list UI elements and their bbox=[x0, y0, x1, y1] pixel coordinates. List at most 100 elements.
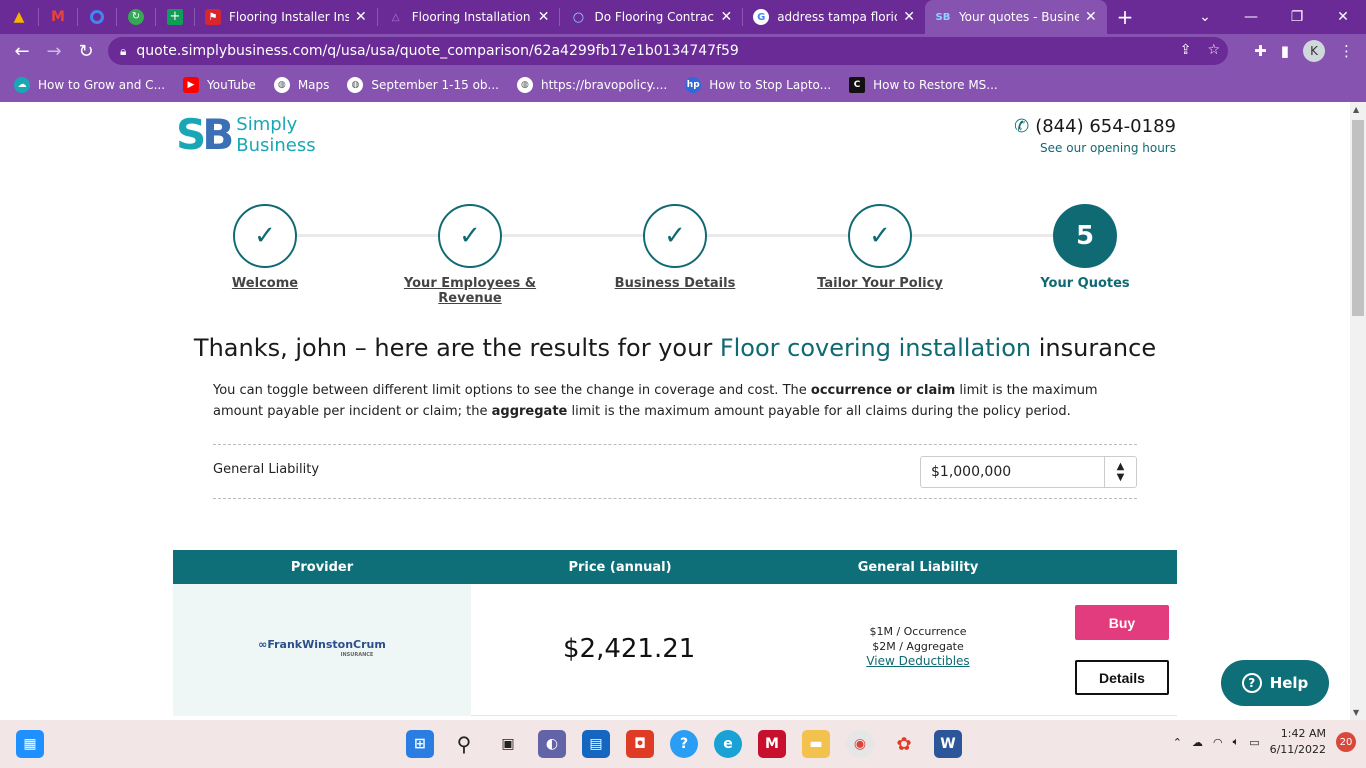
battery-icon[interactable]: ▭ bbox=[1249, 736, 1259, 749]
view-deductibles-link[interactable]: View Deductibles bbox=[813, 654, 1023, 669]
store-icon[interactable]: ▤ bbox=[582, 730, 610, 758]
onedrive-icon[interactable]: ☁ bbox=[1192, 736, 1203, 749]
bookmarks-bar: ☁ How to Grow and C... ▶ YouTube ◍ Maps ◍ Se… bbox=[0, 68, 1366, 102]
tab-search-icon[interactable]: ⌄ bbox=[1182, 0, 1228, 34]
check-icon: ✓ bbox=[848, 204, 912, 268]
general-liability-select[interactable]: $1,000,000 ▲ ▼ bbox=[920, 456, 1137, 488]
edge-icon[interactable]: e bbox=[714, 730, 742, 758]
minimize-icon[interactable]: — bbox=[1228, 0, 1274, 34]
system-tray: ⌃ ☁ ◠ 🔈︎ ▭ 1:42 AM 6/11/2022 20 bbox=[1173, 726, 1356, 758]
details-button[interactable]: Details bbox=[1075, 660, 1169, 695]
step-label[interactable]: Your Employees & Revenue bbox=[370, 276, 570, 306]
title-suffix: insurance bbox=[1031, 334, 1157, 362]
side-panel-icon[interactable]: ▮ bbox=[1281, 42, 1289, 60]
chrome-icon[interactable]: ◉ bbox=[846, 730, 874, 758]
bookmark-september[interactable]: ◍ September 1-15 ob... bbox=[347, 77, 499, 93]
buy-button[interactable]: Buy bbox=[1075, 605, 1169, 640]
help-button[interactable]: ? Help bbox=[1221, 660, 1329, 706]
tab-flooring-installer[interactable]: ⚑ Flooring Installer Insu ✕ bbox=[195, 0, 377, 34]
bookmark-bravopolicy[interactable]: ◍ https://bravopolicy.... bbox=[516, 77, 667, 93]
bookmark-star-icon[interactable]: ☆ bbox=[1207, 42, 1220, 58]
file-explorer-icon[interactable]: ▬ bbox=[802, 730, 830, 758]
coverage-cell: $1M / Occurrence $2M / Aggregate View De… bbox=[813, 624, 1023, 669]
bookmark-youtube[interactable]: ▶ YouTube bbox=[183, 77, 256, 93]
reload-icon[interactable]: ↻ bbox=[70, 35, 102, 67]
profile-avatar[interactable]: K bbox=[1303, 40, 1325, 62]
chevron-up-icon[interactable]: ⌃ bbox=[1173, 736, 1182, 749]
provider-logo-icon: ∞ bbox=[258, 638, 268, 651]
step-label[interactable]: Business Details bbox=[575, 276, 775, 291]
help-app-icon[interactable]: ? bbox=[670, 730, 698, 758]
close-icon[interactable]: ✕ bbox=[1085, 9, 1097, 25]
share-icon[interactable]: ⇪ bbox=[1180, 42, 1192, 58]
back-icon[interactable]: ← bbox=[6, 35, 38, 67]
forward-icon[interactable]: → bbox=[38, 35, 70, 67]
tab-do-flooring[interactable]: ○ Do Flooring Contracto ✕ bbox=[560, 0, 742, 34]
close-icon[interactable]: ✕ bbox=[903, 9, 915, 25]
step-business-details[interactable]: ✓ Business Details bbox=[575, 204, 775, 291]
volume-icon[interactable]: 🔈︎ bbox=[1233, 735, 1240, 749]
close-icon[interactable]: ✕ bbox=[720, 9, 732, 25]
start-icon[interactable]: ⊞ bbox=[406, 730, 434, 758]
pinned-tab-gmail[interactable]: M bbox=[39, 0, 77, 34]
pinned-tab-refresh[interactable]: ↻ bbox=[117, 0, 155, 34]
tab-title: Your quotes - Busines bbox=[958, 10, 1079, 24]
tab-title: address tampa florida bbox=[777, 10, 898, 24]
column-header-price: Price (annual) bbox=[568, 559, 672, 575]
close-icon[interactable]: ✕ bbox=[538, 9, 550, 25]
pinned-tab-drive[interactable]: ▲ bbox=[0, 0, 38, 34]
bookmark-stop-laptop[interactable]: hp How to Stop Lapto... bbox=[685, 77, 831, 93]
menu-icon[interactable]: ⋮ bbox=[1339, 42, 1354, 60]
new-tab-button[interactable]: + bbox=[1107, 0, 1144, 34]
tab-flooring-installation[interactable]: △ Flooring Installation C ✕ bbox=[378, 0, 560, 34]
page-content: SB Simply Business ✆ (844) 654-0189 See o… bbox=[0, 102, 1350, 720]
scrollbar-thumb[interactable] bbox=[1352, 120, 1364, 316]
step-welcome[interactable]: ✓ Welcome bbox=[165, 204, 365, 291]
word-icon[interactable]: W bbox=[934, 730, 962, 758]
extensions-icon[interactable]: ✚ bbox=[1254, 42, 1267, 60]
phone-number[interactable]: (844) 654-0189 bbox=[1035, 116, 1176, 137]
step-label: Your Quotes bbox=[1040, 276, 1130, 291]
question-icon: ? bbox=[1241, 673, 1262, 693]
step-label[interactable]: Welcome bbox=[165, 276, 365, 291]
close-window-icon[interactable]: ✕ bbox=[1320, 0, 1366, 34]
address-bar[interactable]: 🔒︎ quote.simplybusiness.com/q/usa/usa/qu… bbox=[108, 37, 1228, 65]
globe-icon: ◍ bbox=[516, 77, 533, 93]
pinned-tab-circle[interactable] bbox=[78, 0, 116, 34]
step-tailor-policy[interactable]: ✓ Tailor Your Policy bbox=[780, 204, 980, 291]
teams-chat-icon[interactable]: ◐ bbox=[538, 730, 566, 758]
step-employees-revenue[interactable]: ✓ Your Employees & Revenue bbox=[370, 204, 570, 306]
bookmark-maps[interactable]: ◍ Maps bbox=[273, 77, 329, 93]
check-icon: ✓ bbox=[233, 204, 297, 268]
pinned-tab-sheets[interactable]: + bbox=[156, 0, 194, 34]
restore-icon[interactable]: ❐ bbox=[1274, 0, 1320, 34]
wifi-icon[interactable]: ◠ bbox=[1213, 736, 1223, 749]
opening-hours-link[interactable]: See our opening hours bbox=[1014, 141, 1176, 155]
aggregate-limit: $2M / Aggregate bbox=[872, 640, 964, 653]
close-icon[interactable]: ✕ bbox=[355, 9, 367, 25]
step-label[interactable]: Tailor Your Policy bbox=[780, 276, 980, 291]
phone-icon: ✆ bbox=[1014, 116, 1030, 137]
widgets-icon[interactable]: ▦ bbox=[16, 730, 44, 758]
intro-part: You can toggle between different limit o… bbox=[213, 383, 811, 398]
search-icon[interactable]: ⚲ bbox=[450, 730, 478, 758]
tab-address-tampa[interactable]: G address tampa florida ✕ bbox=[743, 0, 925, 34]
scroll-up-icon[interactable]: ▲ bbox=[1353, 105, 1359, 114]
tab-your-quotes[interactable]: SB Your quotes - Busines ✕ bbox=[924, 0, 1107, 34]
bookmark-grow[interactable]: ☁ How to Grow and C... bbox=[14, 77, 165, 93]
cluster-app-icon[interactable]: ✿ bbox=[890, 730, 918, 758]
windows-taskbar: ▦ ⊞ ⚲ ▣ ◐ ▤ ◘ ? e M ▬ ◉ ✿ W ⌃ ☁ ◠ 🔈︎ ▭ 1… bbox=[0, 720, 1366, 768]
task-view-icon[interactable]: ▣ bbox=[494, 730, 522, 758]
page-scrollbar[interactable]: ▲ ▼ bbox=[1350, 102, 1366, 720]
occurrence-limit: $1M / Occurrence bbox=[869, 625, 967, 638]
simply-business-logo[interactable]: SB Simply Business bbox=[176, 114, 316, 157]
youtube-icon: ▶ bbox=[183, 77, 200, 93]
scroll-down-icon[interactable]: ▼ bbox=[1353, 708, 1359, 717]
notification-badge[interactable]: 20 bbox=[1336, 732, 1356, 752]
bookmark-restore-ms[interactable]: C How to Restore MS... bbox=[849, 77, 998, 93]
clock[interactable]: 1:42 AM 6/11/2022 bbox=[1270, 726, 1326, 758]
page-title: Thanks, john – here are the results for … bbox=[0, 334, 1350, 362]
mcafee-icon[interactable]: M bbox=[758, 730, 786, 758]
office-icon[interactable]: ◘ bbox=[626, 730, 654, 758]
url-text: quote.simplybusiness.com/q/usa/usa/quote… bbox=[136, 43, 739, 59]
